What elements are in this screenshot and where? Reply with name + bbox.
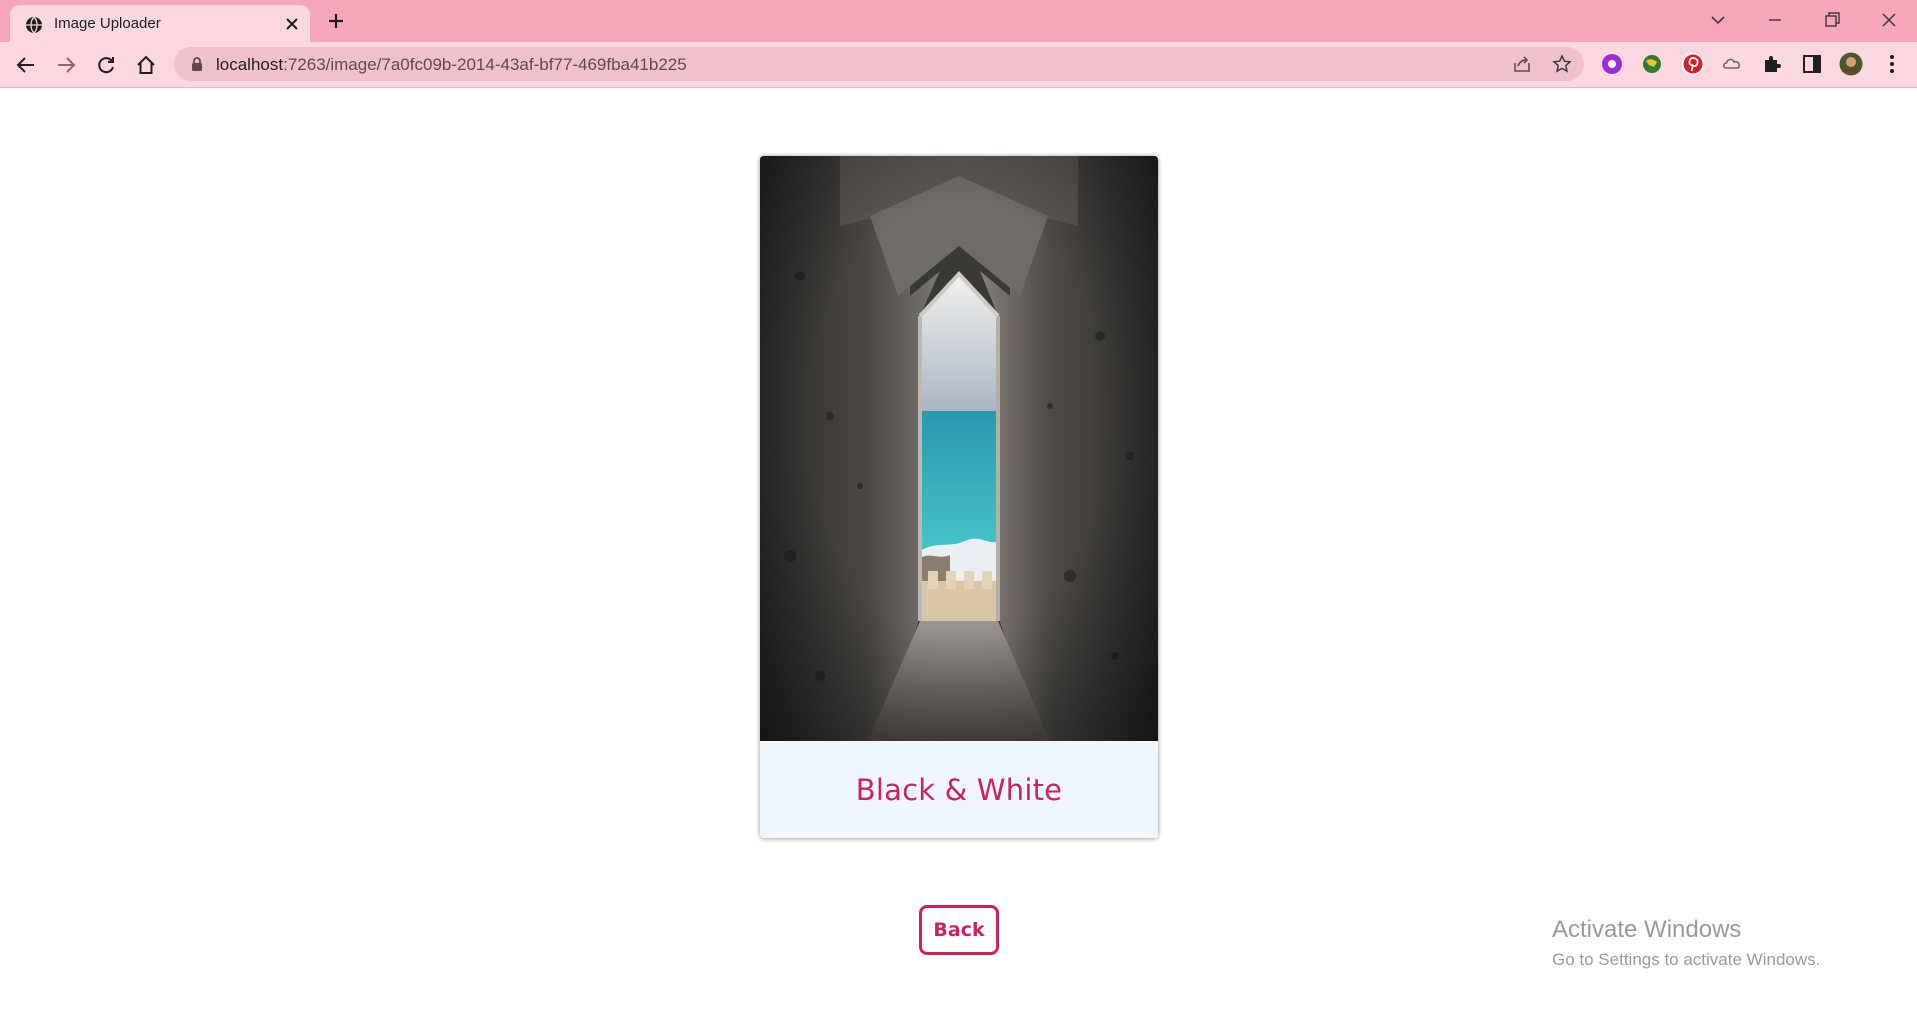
watermark-title: Activate Windows: [1552, 916, 1742, 943]
share-icon[interactable]: [1512, 54, 1532, 74]
browser-toolbar: localhost:7263/image/7a0fc09b-2014-43af-…: [0, 42, 1917, 88]
watermark-subtitle: Go to Settings to activate Windows.: [1552, 950, 1821, 969]
image-title: Black & White: [855, 772, 1063, 807]
purple-extension-icon[interactable]: [1600, 52, 1624, 76]
reload-icon[interactable]: [95, 54, 117, 76]
close-icon[interactable]: [283, 15, 301, 33]
pinterest-icon[interactable]: [1681, 52, 1705, 76]
tab-strip: Image Uploader: [0, 0, 1917, 42]
image-card: Black & White: [760, 156, 1158, 838]
plus-icon[interactable]: [326, 11, 346, 31]
arrow-right-icon[interactable]: [55, 54, 77, 76]
home-icon[interactable]: [135, 54, 157, 76]
puzzle-icon[interactable]: [1760, 52, 1784, 76]
arrow-left-icon[interactable]: [15, 54, 37, 76]
chevron-down-icon[interactable]: [1707, 9, 1729, 31]
address-bar[interactable]: localhost:7263/image/7a0fc09b-2014-43af-…: [174, 47, 1584, 81]
card-footer: Black & White: [760, 741, 1158, 838]
kebab-menu-icon[interactable]: [1880, 52, 1904, 76]
back-button[interactable]: Back: [919, 905, 999, 955]
uploaded-image: [760, 156, 1158, 741]
activate-windows-watermark: Activate Windows Go to Settings to activ…: [1552, 916, 1820, 970]
globe-icon: [26, 16, 42, 34]
sidebar-icon[interactable]: [1800, 52, 1824, 76]
tab-title: Image Uploader: [54, 15, 161, 32]
restore-icon[interactable]: [1821, 9, 1843, 31]
url-text[interactable]: localhost:7263/image/7a0fc09b-2014-43af-…: [216, 55, 687, 75]
lock-icon[interactable]: [189, 56, 205, 72]
window-close-icon[interactable]: [1878, 9, 1900, 31]
cloud-extension-icon[interactable]: [1720, 52, 1744, 76]
browser-tab[interactable]: Image Uploader: [10, 5, 310, 42]
star-icon[interactable]: [1552, 54, 1572, 74]
globe-extension-icon[interactable]: [1640, 52, 1664, 76]
minimize-icon[interactable]: [1764, 9, 1786, 31]
avatar[interactable]: [1839, 52, 1863, 76]
